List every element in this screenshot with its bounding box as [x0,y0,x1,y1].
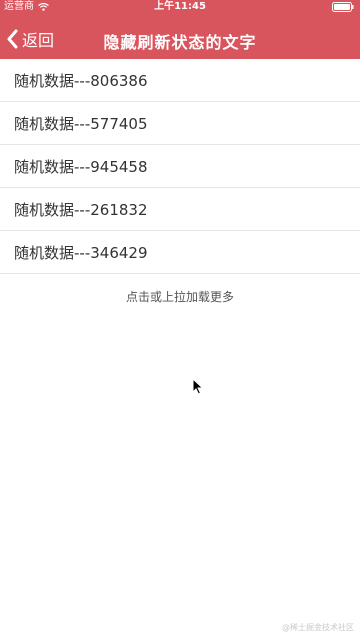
mouse-cursor-icon [192,378,204,395]
list-item[interactable]: 随机数据---346429 [0,231,360,274]
nav-bar: 返回 隐藏刷新状态的文字 [0,20,360,59]
list-item-label: 随机数据---806386 [14,71,148,90]
list-item-label: 随机数据---346429 [14,243,148,262]
list-item[interactable]: 随机数据---261832 [0,188,360,231]
app-screen: 运营商 上午11:45 返回 隐藏刷新状态的文字 随机数据---806386 随… [0,0,360,643]
list-item-label: 随机数据---261832 [14,200,148,219]
watermark: @稀土掘金技术社区 [282,623,354,632]
list-item[interactable]: 随机数据---945458 [0,145,360,188]
list-item-label: 随机数据---577405 [14,114,148,133]
header: 运营商 上午11:45 返回 隐藏刷新状态的文字 [0,0,360,59]
battery-icon [332,2,354,12]
list-item[interactable]: 随机数据---577405 [0,102,360,145]
status-time: 上午11:45 [154,1,206,12]
page-title: 隐藏刷新状态的文字 [103,33,257,52]
status-bar: 运营商 上午11:45 [0,0,360,14]
load-more-button[interactable]: 点击或上拉加载更多 [0,288,360,305]
data-list: 随机数据---806386 随机数据---577405 随机数据---94545… [0,59,360,274]
list-item-label: 随机数据---945458 [14,157,148,176]
list-item[interactable]: 随机数据---806386 [0,59,360,102]
